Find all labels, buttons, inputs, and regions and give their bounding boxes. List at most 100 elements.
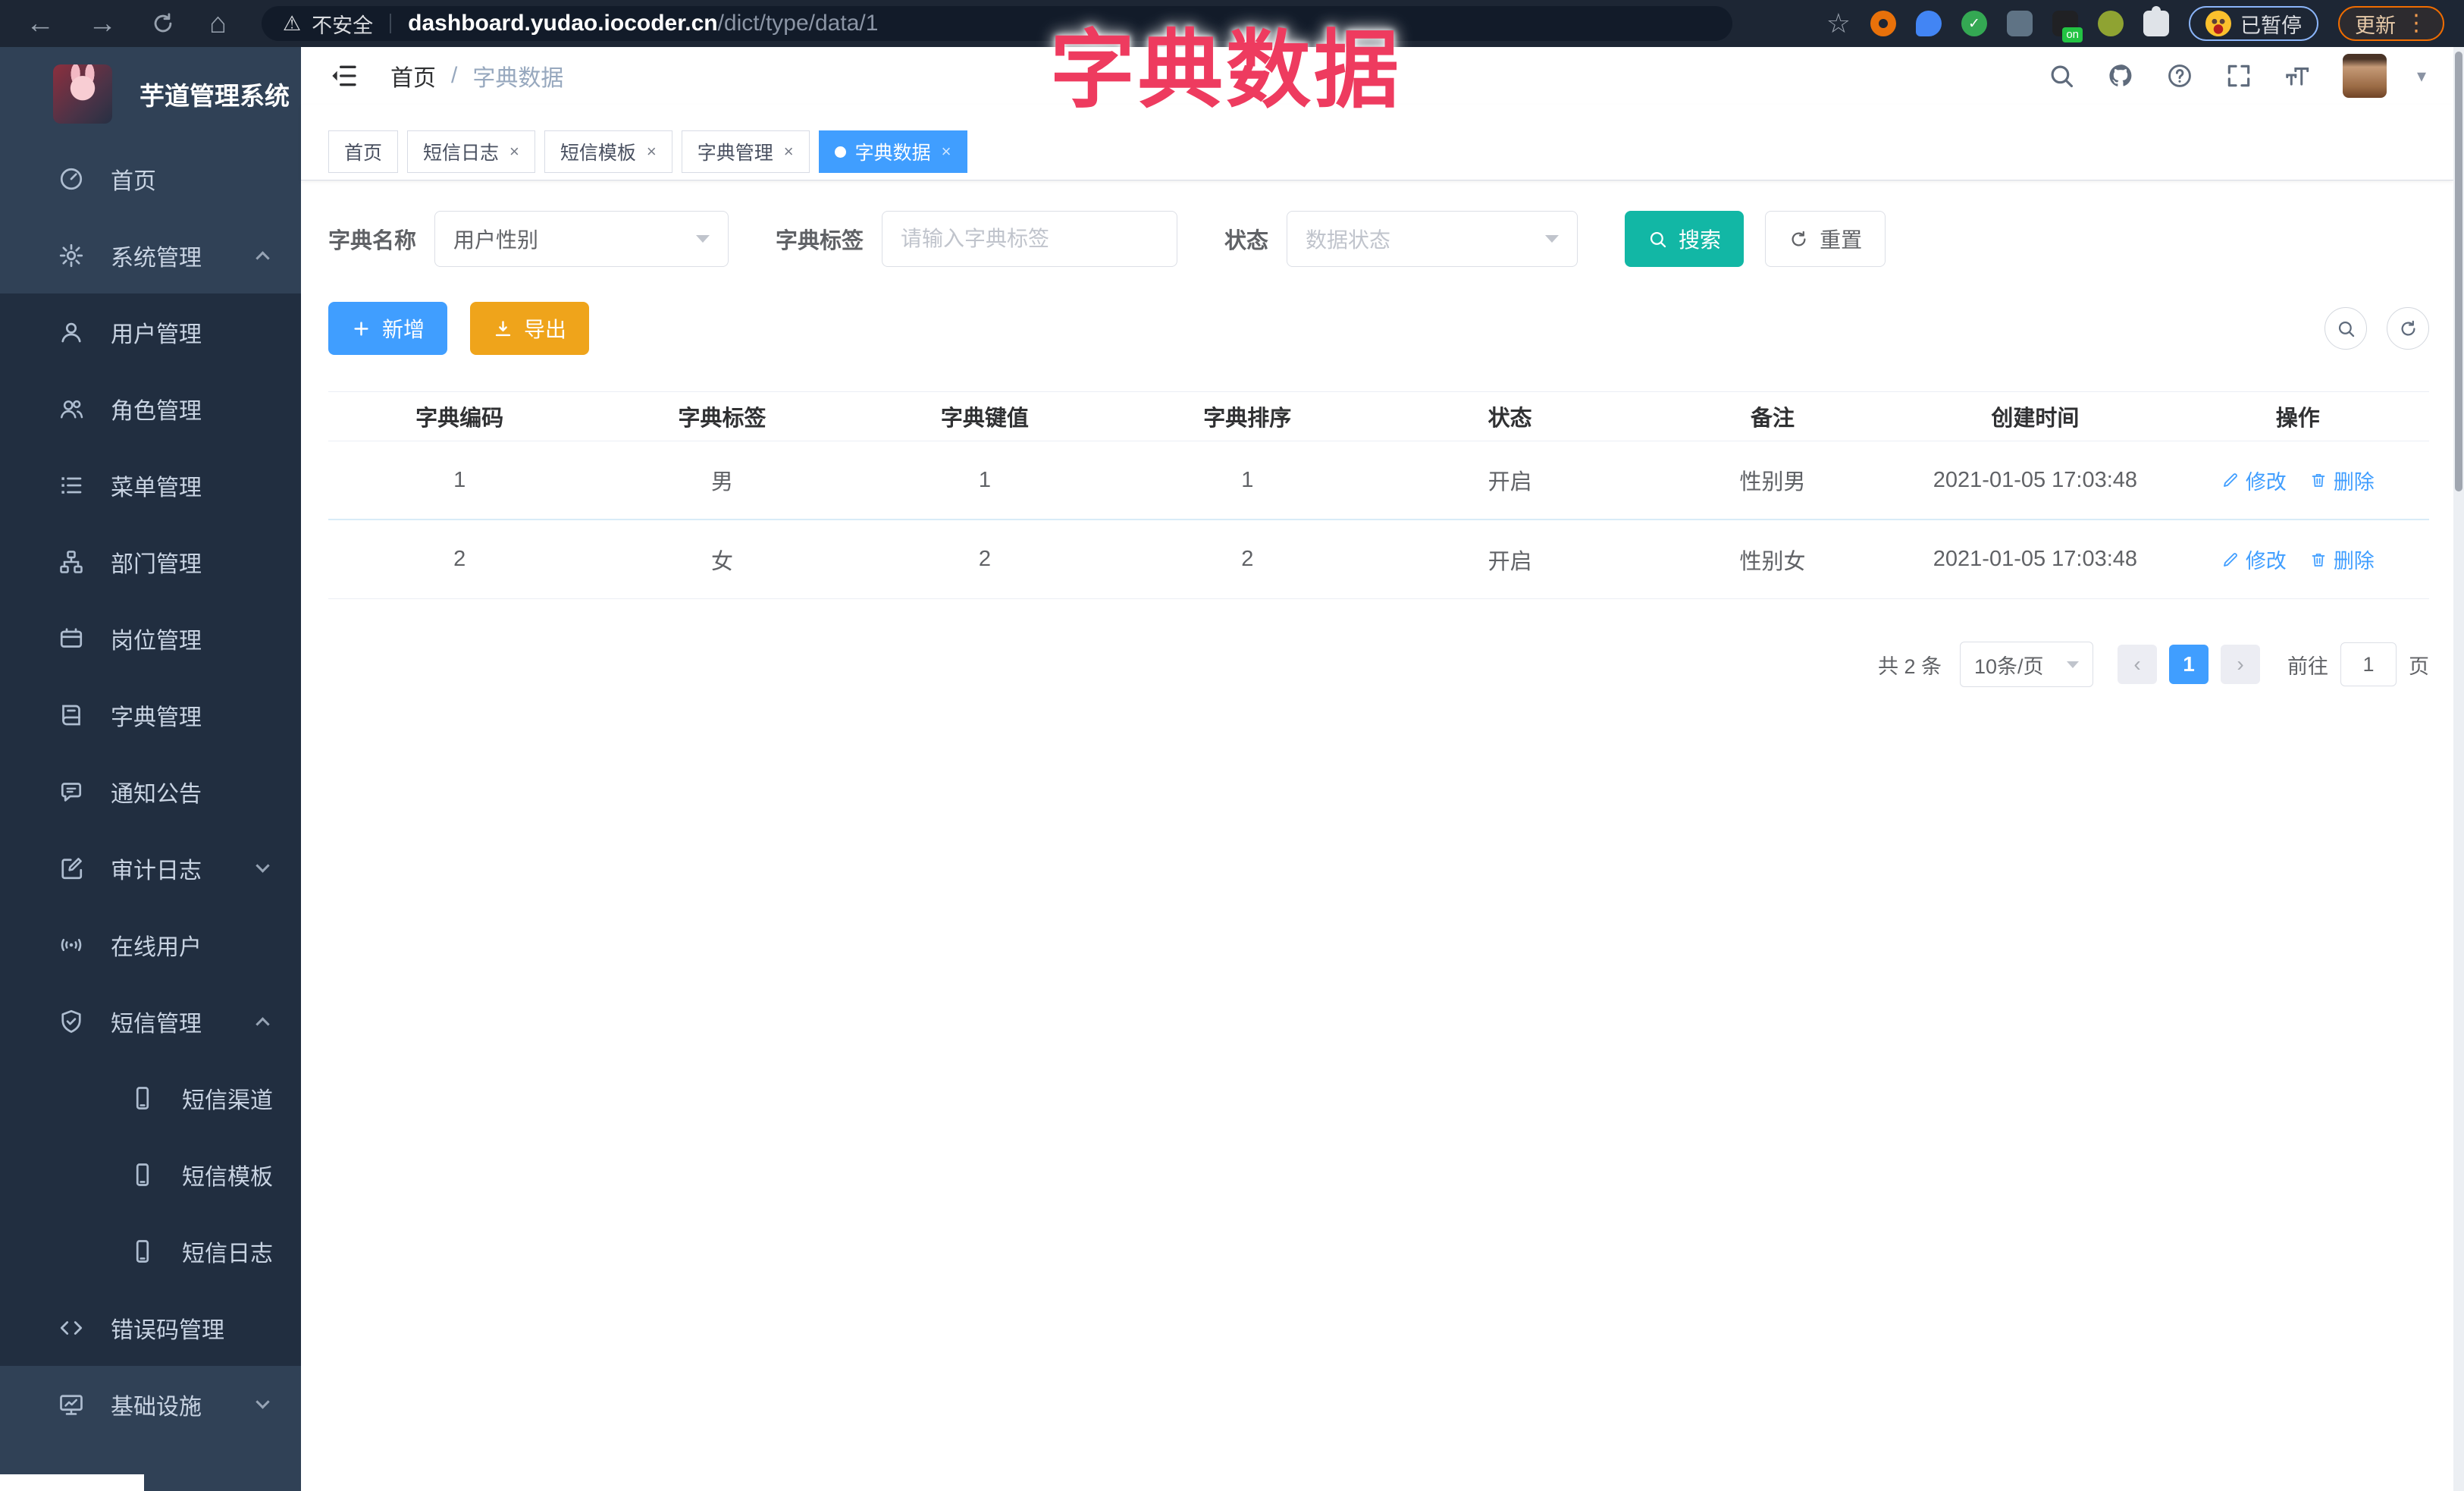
- menu-item-label: 角色管理: [111, 398, 202, 424]
- toggle-search-button[interactable]: [2324, 307, 2367, 350]
- screen: ← → ⌂ ⚠ 不安全 dashboard.yudao.iocoder.cn /…: [0, 0, 2464, 1491]
- pencil-icon: [2221, 551, 2240, 569]
- pencil-icon: [2221, 471, 2240, 489]
- breadcrumb-home[interactable]: 首页: [390, 59, 436, 93]
- prev-page-button[interactable]: ‹: [2118, 645, 2157, 684]
- sidebar-menu-item[interactable]: 基础设施: [0, 1366, 301, 1442]
- edit-link[interactable]: 修改: [2221, 466, 2287, 495]
- menu-item-label: 错误码管理: [111, 1317, 224, 1343]
- reload-icon[interactable]: [150, 11, 176, 36]
- forward-icon[interactable]: →: [88, 9, 117, 38]
- update-button[interactable]: 更新 ⋮: [2338, 6, 2444, 41]
- active-dot: [834, 146, 846, 158]
- extension-icon-olive[interactable]: [2098, 11, 2124, 36]
- sidebar-menu-item[interactable]: 在线用户: [0, 906, 301, 983]
- app-logo-row[interactable]: 芋道管理系统: [0, 47, 301, 140]
- collapse-sidebar-icon[interactable]: [328, 61, 359, 91]
- browser-menu-icon[interactable]: ⋮: [2405, 12, 2428, 35]
- sidebar-menu-item[interactable]: 字典管理: [0, 676, 301, 753]
- home-icon[interactable]: ⌂: [209, 9, 227, 38]
- menu-item-icon: [58, 1008, 85, 1035]
- table-row: 2 女 2 2 开启 性别女 2021-01-05 17:03:48 修改 删除: [328, 520, 2429, 599]
- current-page[interactable]: 1: [2169, 645, 2209, 684]
- sidebar-menu-item[interactable]: 用户管理: [0, 293, 301, 370]
- sidebar-menu-item[interactable]: 首页: [0, 140, 301, 217]
- menu-item-label: 在线用户: [111, 934, 202, 960]
- back-icon[interactable]: ←: [26, 9, 55, 38]
- edit-link[interactable]: 修改: [2221, 545, 2287, 574]
- next-page-button[interactable]: ›: [2221, 645, 2260, 684]
- extension-icon-slate[interactable]: [2007, 11, 2033, 36]
- profile-emoji-avatar: [2205, 11, 2231, 36]
- close-icon[interactable]: ×: [942, 142, 951, 162]
- font-size-icon[interactable]: [2284, 61, 2312, 90]
- search-icon[interactable]: [2047, 61, 2076, 90]
- search-button[interactable]: 搜索: [1625, 211, 1745, 267]
- sidebar-menu-item[interactable]: 菜单管理: [0, 447, 301, 523]
- extension-icon-orange[interactable]: [1870, 11, 1896, 36]
- breadcrumb-current: 字典数据: [472, 66, 564, 91]
- sidebar-menu-item[interactable]: 短信渠道: [0, 1059, 301, 1136]
- sidebar-menu-item[interactable]: 角色管理: [0, 370, 301, 447]
- extensions-puzzle-icon[interactable]: [2143, 6, 2169, 36]
- sidebar-menu-item[interactable]: 通知公告: [0, 753, 301, 830]
- filter-dict-name: 字典名称 用户性别: [328, 211, 729, 267]
- goto-page-input[interactable]: [2340, 642, 2397, 686]
- fullscreen-icon[interactable]: [2224, 61, 2253, 90]
- dict-tag-input[interactable]: [882, 211, 1178, 267]
- add-button-label: 新增: [382, 318, 425, 341]
- tag-tab[interactable]: 字典数据 ×: [818, 130, 967, 173]
- sidebar-menu-item[interactable]: 错误码管理: [0, 1289, 301, 1366]
- avatar-caret-icon[interactable]: ▾: [2417, 65, 2426, 87]
- add-button[interactable]: 新增: [328, 302, 448, 355]
- sidebar-menu-item[interactable]: 系统管理: [0, 217, 301, 293]
- search-icon: [2336, 319, 2356, 339]
- help-icon[interactable]: [2165, 61, 2194, 90]
- menu-item-icon: [129, 1161, 156, 1188]
- close-icon[interactable]: ×: [784, 142, 794, 162]
- tab-label: 短信日志: [423, 143, 500, 164]
- cell-remark: 性别男: [1739, 470, 1806, 494]
- search-icon: [1647, 229, 1668, 250]
- tag-tab[interactable]: 短信日志 ×: [407, 130, 535, 173]
- sidebar-menu-item[interactable]: 短信管理: [0, 983, 301, 1059]
- menu-item-label: 字典管理: [111, 705, 202, 730]
- sidebar-menu-item[interactable]: 岗位管理: [0, 600, 301, 676]
- bookmark-star-icon[interactable]: ☆: [1826, 10, 1851, 37]
- cell-dict-sort: 1: [1241, 467, 1254, 492]
- close-icon[interactable]: ×: [509, 142, 519, 162]
- address-bar[interactable]: ⚠ 不安全 dashboard.yudao.iocoder.cn /dict/t…: [261, 6, 1732, 41]
- cell-dict-value: 2: [978, 547, 991, 571]
- export-button[interactable]: 导出: [470, 302, 590, 355]
- sidebar-menu-item[interactable]: 部门管理: [0, 523, 301, 600]
- page-scrollbar[interactable]: [2453, 47, 2464, 1491]
- close-icon[interactable]: ×: [647, 142, 657, 162]
- table-header-row: 字典编码 字典标签 字典键值 字典排序 状态 备注 创建时间 操作: [328, 391, 2429, 441]
- github-icon[interactable]: [2106, 61, 2135, 90]
- header-actions: ▾: [2047, 54, 2426, 98]
- tag-tab[interactable]: 字典管理 ×: [681, 130, 810, 173]
- sidebar-menu-item[interactable]: 审计日志: [0, 830, 301, 906]
- edit-label: 修改: [2245, 470, 2287, 494]
- table-row: 1 男 1 1 开启 性别男 2021-01-05 17:03:48 修改 删除: [328, 441, 2429, 520]
- reset-button[interactable]: 重置: [1765, 211, 1886, 267]
- tag-tab[interactable]: 短信模板 ×: [544, 130, 672, 173]
- scrollbar-thumb[interactable]: [2455, 52, 2462, 491]
- profile-paused-pill[interactable]: 已暂停: [2189, 6, 2318, 41]
- user-avatar[interactable]: [2342, 54, 2387, 98]
- sidebar-menu-item[interactable]: 短信模板: [0, 1136, 301, 1213]
- cell-dict-value: 1: [978, 467, 991, 492]
- refresh-table-button[interactable]: [2387, 307, 2429, 350]
- extension-icon-check[interactable]: ✓: [1961, 11, 1987, 36]
- sidebar-menu-item[interactable]: 短信日志: [0, 1213, 301, 1289]
- delete-link[interactable]: 删除: [2309, 545, 2375, 574]
- extension-icon-on-badge[interactable]: [2052, 11, 2083, 42]
- delete-link[interactable]: 删除: [2309, 466, 2375, 495]
- extension-icon-drop[interactable]: [1916, 11, 1942, 36]
- tag-tab[interactable]: 首页: [328, 130, 399, 173]
- dict-name-select[interactable]: 用户性别: [434, 211, 729, 267]
- status-select[interactable]: 数据状态: [1287, 211, 1578, 267]
- menu-item-label: 首页: [111, 168, 156, 194]
- menu-item-icon: [58, 165, 85, 193]
- page-size-select[interactable]: 10条/页: [1960, 642, 2093, 687]
